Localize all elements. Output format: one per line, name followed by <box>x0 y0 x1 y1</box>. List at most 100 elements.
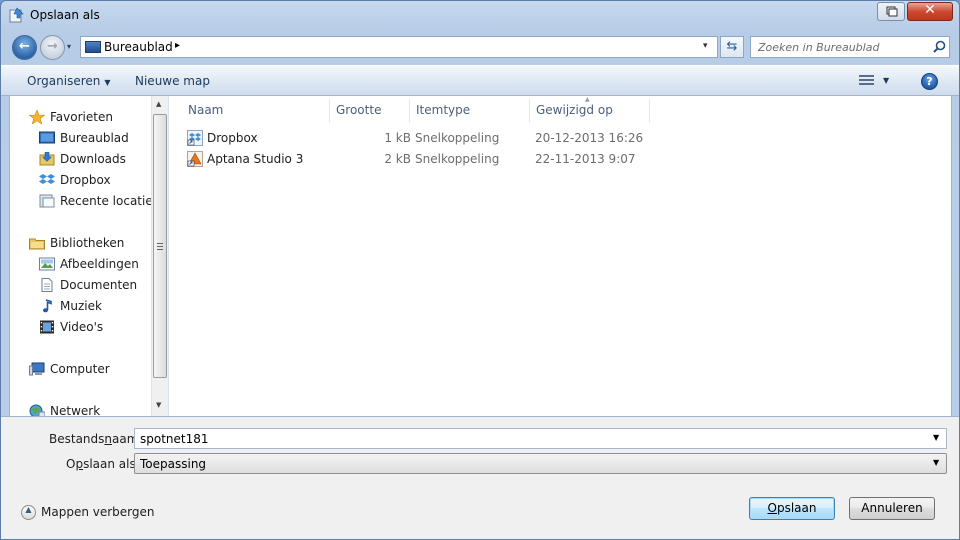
scrollbar-thumb[interactable] <box>153 114 167 378</box>
view-options-icon[interactable] <box>859 75 874 87</box>
close-button[interactable]: ✕ <box>907 2 953 21</box>
save-options-panel: Bestandsnaam: ▼ Opslaan als: Toepassing … <box>1 416 959 539</box>
back-button[interactable]: ← <box>12 35 37 60</box>
documents-icon <box>41 278 53 292</box>
save-dialog-icon <box>9 7 24 23</box>
savetype-label-accesskey: p <box>75 457 84 471</box>
save-accesskey: O <box>767 501 777 515</box>
sidebar-item-label: Documenten <box>60 278 138 292</box>
organize-caret-icon: ▼ <box>104 78 111 87</box>
close-icon: ✕ <box>924 2 936 18</box>
collapse-chevron-icon: ▲ <box>21 505 36 520</box>
cancel-button[interactable]: Annuleren <box>849 497 935 520</box>
downloads-icon <box>39 152 55 166</box>
forward-arrow-icon: → <box>47 39 58 54</box>
breadcrumb-bureaublad[interactable]: Bureaublad <box>104 40 173 54</box>
search-input[interactable] <box>751 37 929 57</box>
refresh-button[interactable]: ⇆ <box>720 36 744 58</box>
organize-menu[interactable]: Organiseren ▼ <box>27 74 111 88</box>
sidebar-item-label: Afbeeldingen <box>60 257 139 271</box>
navigation-scrollbar[interactable]: ▲ ▼ <box>151 96 168 416</box>
forward-button[interactable]: → <box>40 35 65 60</box>
savetype-select[interactable]: Toepassing ▼ <box>134 453 947 474</box>
column-header-label: Gewijzigd op <box>536 103 613 117</box>
pictures-icon <box>39 257 55 271</box>
collapse-glyph: ▲ <box>25 505 32 514</box>
file-type: Snelkoppeling <box>415 152 500 166</box>
filename-combobox[interactable]: ▼ <box>134 428 947 449</box>
help-icon[interactable]: ? <box>921 73 938 90</box>
column-header-size[interactable]: Grootte <box>330 99 410 123</box>
file-size: 2 kB <box>384 152 411 166</box>
sidebar-item-label: Video's <box>60 320 104 334</box>
filename-label-accesskey: n <box>104 432 113 446</box>
address-dropdown-icon[interactable]: ▾ <box>703 41 708 51</box>
filename-dropdown-icon[interactable]: ▼ <box>933 433 939 442</box>
restore-button[interactable] <box>877 2 905 21</box>
filename-input[interactable] <box>135 429 925 448</box>
file-modified: 22-11-2013 9:07 <box>535 152 636 166</box>
savetype-dropdown-icon[interactable]: ▼ <box>933 458 939 467</box>
file-row[interactable]: Dropbox 1 kB Snelkoppeling 20-12-2013 16… <box>185 128 645 148</box>
music-icon <box>43 299 52 313</box>
file-list[interactable]: ▲ Naam Grootte Itemtype Gewijzigd op Dro… <box>169 96 951 416</box>
file-type: Snelkoppeling <box>415 131 500 145</box>
file-row[interactable]: Aptana Studio 3 2 kB Snelkoppeling 22-11… <box>185 149 645 169</box>
computer-icon <box>29 362 45 376</box>
search-icon[interactable] <box>933 40 946 53</box>
back-arrow-icon: ← <box>19 39 30 54</box>
column-header-label: Itemtype <box>416 103 471 117</box>
nav-group-label: Favorieten <box>50 110 113 124</box>
column-header-name[interactable]: Naam <box>182 99 330 123</box>
libraries-icon <box>29 238 45 250</box>
aptana-shortcut-icon <box>187 151 203 167</box>
filename-label-text: Bestands <box>49 432 105 446</box>
sidebar-item-label: Recente locaties <box>60 194 159 208</box>
browser-area: Favorieten Bureaublad Downloads Dropbox … <box>9 96 952 418</box>
organize-label: Organiseren <box>27 74 101 88</box>
nav-group-label: Bibliotheken <box>50 236 125 250</box>
command-bar: Organiseren ▼ Nieuwe map ▼ ? <box>1 65 959 96</box>
sidebar-item-label: Muziek <box>60 299 102 313</box>
refresh-icon: ⇆ <box>726 39 738 54</box>
column-header-label: Grootte <box>336 103 382 117</box>
file-modified: 20-12-2013 16:26 <box>535 131 644 145</box>
breadcrumb-chevron-icon[interactable]: ▸ <box>175 40 180 51</box>
address-bar[interactable]: Bureaublad ▸ ▾ <box>80 36 718 58</box>
star-icon <box>29 110 45 124</box>
file-name: Dropbox <box>207 131 258 145</box>
navigation-pane: Favorieten Bureaublad Downloads Dropbox … <box>10 96 168 418</box>
sidebar-item-label: Bureaublad <box>60 131 129 145</box>
restore-icon <box>886 6 898 17</box>
search-box[interactable] <box>750 36 950 58</box>
desktop-icon <box>85 41 101 53</box>
save-label: pslaan <box>776 501 817 515</box>
dropbox-icon <box>39 174 55 184</box>
videos-icon <box>40 320 54 334</box>
sidebar-item-label: Dropbox <box>60 173 111 187</box>
save-button[interactable]: Opslaan <box>749 497 835 520</box>
savetype-label: Opslaan als: <box>66 457 140 471</box>
file-size: 1 kB <box>384 131 411 145</box>
scroll-up-arrow-icon[interactable]: ▲ <box>156 100 161 108</box>
title-bar: Opslaan als ✕ <box>1 1 959 29</box>
savetype-value: Toepassing <box>140 457 207 471</box>
sidebar-item-label: Downloads <box>60 152 126 166</box>
column-header-modified[interactable]: Gewijzigd op <box>530 99 650 123</box>
column-header-type[interactable]: Itemtype <box>410 99 530 123</box>
recent-pages-dropdown[interactable]: ▾ <box>67 42 71 51</box>
scroll-down-arrow-icon[interactable]: ▼ <box>156 401 161 409</box>
column-header-label: Naam <box>188 103 224 117</box>
nav-group-label: Computer <box>50 362 110 376</box>
dropbox-shortcut-icon <box>187 130 203 146</box>
view-dropdown-icon[interactable]: ▼ <box>883 76 889 85</box>
savetype-label-text: slaan als: <box>83 457 140 471</box>
scrollbar-grip-icon <box>157 243 163 250</box>
new-folder-button[interactable]: Nieuwe map <box>135 74 210 88</box>
file-name: Aptana Studio 3 <box>207 152 304 166</box>
filename-label: Bestandsnaam: <box>49 432 142 446</box>
hide-folders-label: Mappen verbergen <box>41 505 155 519</box>
window-title: Opslaan als <box>30 8 100 22</box>
save-as-dialog: Opslaan als ✕ ← → ▾ Bureaublad ▸ ▾ ⇆ Zoe… <box>0 0 960 540</box>
desktop-icon <box>39 131 55 144</box>
